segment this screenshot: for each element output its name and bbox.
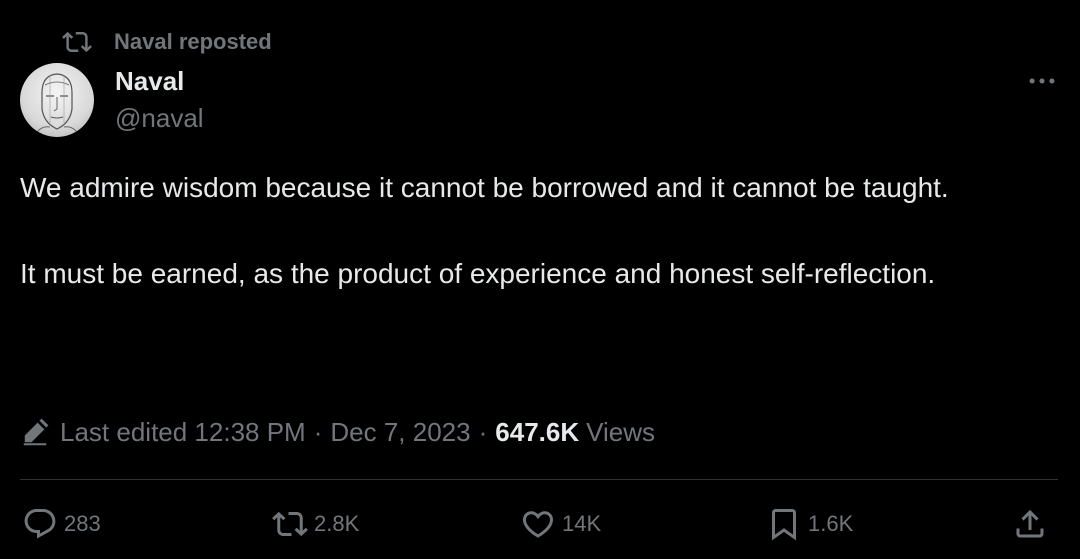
divider <box>20 479 1058 480</box>
heart-icon <box>522 511 554 538</box>
repost-button[interactable]: 2.8K <box>272 504 359 544</box>
repost-count: 2.8K <box>314 511 360 536</box>
tweet-meta: Last edited 12:38 PM · Dec 7, 2023 · 647… <box>20 412 655 452</box>
tweet-date[interactable]: Dec 7, 2023 <box>330 417 470 448</box>
social-context-label: Naval reposted <box>114 29 272 54</box>
repost-icon <box>62 31 92 53</box>
bookmark-button[interactable]: 1.6K <box>766 504 853 544</box>
tweet-paragraph: We admire wisdom because it cannot be bo… <box>20 172 949 203</box>
meta-separator: · <box>478 416 488 447</box>
author-handle[interactable]: @naval <box>115 103 204 134</box>
share-button[interactable] <box>1012 504 1048 544</box>
like-button[interactable]: 14K <box>520 504 601 544</box>
repost-icon <box>272 511 308 537</box>
meta-separator: · <box>313 416 323 447</box>
tweet-text: We admire wisdom because it cannot be bo… <box>20 166 1050 295</box>
more-options-button[interactable] <box>1022 66 1062 96</box>
tweet-paragraph: It must be earned, as the product of exp… <box>20 258 936 289</box>
pencil-icon[interactable] <box>20 417 50 447</box>
edited-label[interactable]: Last edited 12:38 PM <box>60 417 306 448</box>
views-count: 647.6K <box>495 416 580 447</box>
views-label: Views <box>586 416 656 447</box>
social-context[interactable]: Naval reposted <box>62 27 272 57</box>
reply-button[interactable]: 283 <box>22 504 101 544</box>
share-icon <box>1016 509 1044 538</box>
bookmark-count: 1.6K <box>808 511 854 536</box>
reply-count: 283 <box>64 511 101 536</box>
avatar[interactable] <box>20 63 94 137</box>
author-display-name[interactable]: Naval <box>115 66 184 97</box>
reply-icon <box>24 509 56 539</box>
bookmark-icon <box>772 509 796 541</box>
more-icon <box>1029 78 1055 84</box>
like-count: 14K <box>562 511 602 536</box>
avatar-sketch <box>33 73 81 137</box>
